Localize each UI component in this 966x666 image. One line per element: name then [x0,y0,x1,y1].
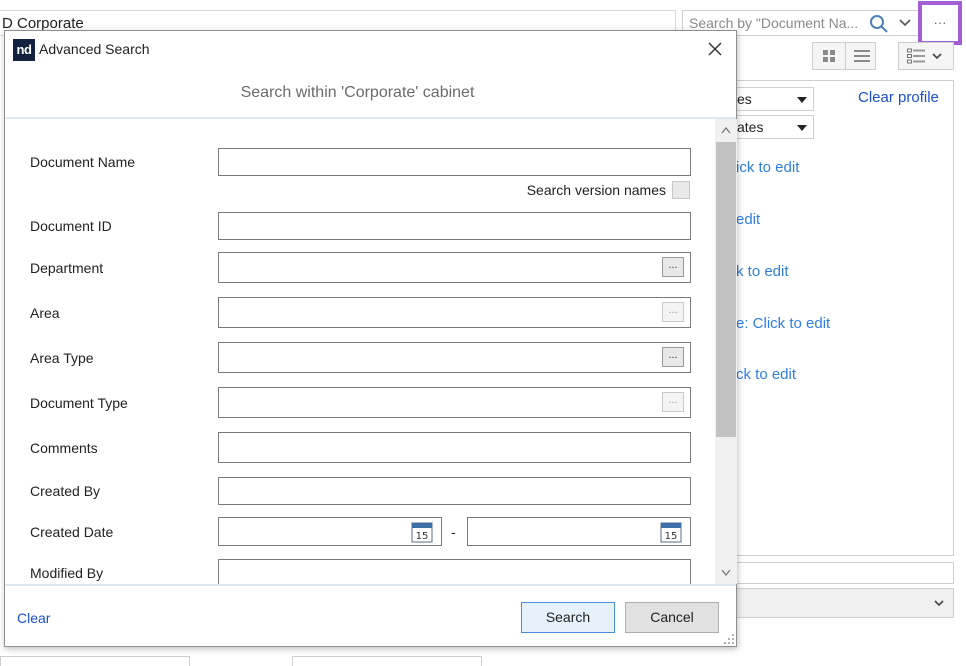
calendar-day: 15 [665,531,678,542]
edit-link[interactable]: k to edit [736,263,789,280]
scroll-up-button[interactable] [715,121,737,139]
dialog-title: Advanced Search [39,41,150,57]
background-select[interactable] [736,588,954,618]
close-icon[interactable] [705,39,725,59]
search-button[interactable]: Search [521,602,615,633]
comments-input[interactable] [218,432,691,463]
chevron-down-icon[interactable] [897,15,913,31]
calendar-icon[interactable]: 15 [660,521,682,543]
search-version-names-label: Search version names [526,182,666,198]
modified-by-input[interactable] [218,559,691,584]
document-id-input[interactable] [218,212,691,240]
search-placeholder: Search by "Document Na... [689,15,859,31]
background-field[interactable] [736,562,954,584]
chevron-down-icon [932,53,942,60]
area-lookup-button[interactable]: ... [662,302,684,322]
profile-dropdown-2-value: ates [737,119,764,135]
cancel-button[interactable]: Cancel [625,602,719,633]
modified-by-label: Modified By [30,565,104,581]
clear-profile-link[interactable]: Clear profile [858,89,939,106]
divider [5,584,736,586]
search-icon[interactable] [869,14,889,34]
resize-grip-icon[interactable] [723,633,735,645]
area-type-input[interactable]: ... [218,342,691,373]
app-logo: nd [13,39,35,61]
edit-link[interactable]: ick to edit [736,159,799,176]
department-input[interactable]: ... [218,252,691,283]
created-date-from-input[interactable]: 15 [218,517,442,546]
department-label: Department [30,260,104,276]
scroll-down-icon [721,569,731,577]
profile-dropdown-1-value: es [737,91,752,107]
dialog-subtitle: Search within 'Corporate' cabinet [240,84,475,101]
created-date-to-input[interactable]: 15 [467,517,691,546]
clear-link[interactable]: Clear [17,610,50,626]
document-name-input[interactable] [218,148,691,176]
scroll-thumb[interactable] [716,142,736,437]
edit-link[interactable]: edit [736,211,760,228]
search-form: Document Name Search version names Docum… [5,119,715,584]
scroll-up-icon [721,126,731,134]
comments-label: Comments [30,440,98,456]
document-type-label: Document Type [30,395,128,411]
grid-view-icon [823,50,835,62]
list-view-button[interactable] [845,43,877,69]
profile-dropdown-1[interactable]: es [736,87,814,111]
profile-panel: es ates Clear profile ick to edit edit k… [736,80,954,556]
advanced-search-dialog: nd Advanced Search Search within 'Corpor… [4,30,737,647]
grid-view-button[interactable] [813,43,845,69]
area-label: Area [30,305,60,321]
calendar-day: 15 [416,531,429,542]
created-by-input[interactable] [218,477,691,505]
detail-view-dropdown[interactable] [898,42,954,70]
document-type-lookup-button[interactable]: ... [662,392,684,412]
created-date-label: Created Date [30,524,114,540]
view-toggle-group [812,42,876,70]
area-type-label: Area Type [30,350,94,366]
document-type-input[interactable]: ... [218,387,691,418]
department-lookup-button[interactable]: ... [662,257,684,277]
edit-link[interactable]: e: Click to edit [736,315,830,332]
profile-dropdown-2[interactable]: ates [736,115,814,139]
document-name-label: Document Name [30,154,136,170]
edit-link[interactable]: ck to edit [736,366,796,383]
scroll-down-button[interactable] [715,564,737,582]
search-version-names-checkbox[interactable] [672,181,690,199]
date-separator: - [451,524,456,540]
background-button[interactable] [0,656,190,666]
background-button[interactable] [292,656,482,666]
calendar-icon[interactable]: 15 [411,521,433,543]
chevron-down-icon [934,600,944,607]
area-type-lookup-button[interactable]: ... [662,347,684,367]
form-scrollbar[interactable] [715,119,737,584]
created-by-label: Created By [30,483,101,499]
document-id-label: Document ID [30,218,112,234]
detail-view-icon [907,48,925,64]
more-options-button[interactable]: ··· [918,1,962,45]
area-input[interactable]: ... [218,297,691,328]
list-view-icon [853,50,870,62]
